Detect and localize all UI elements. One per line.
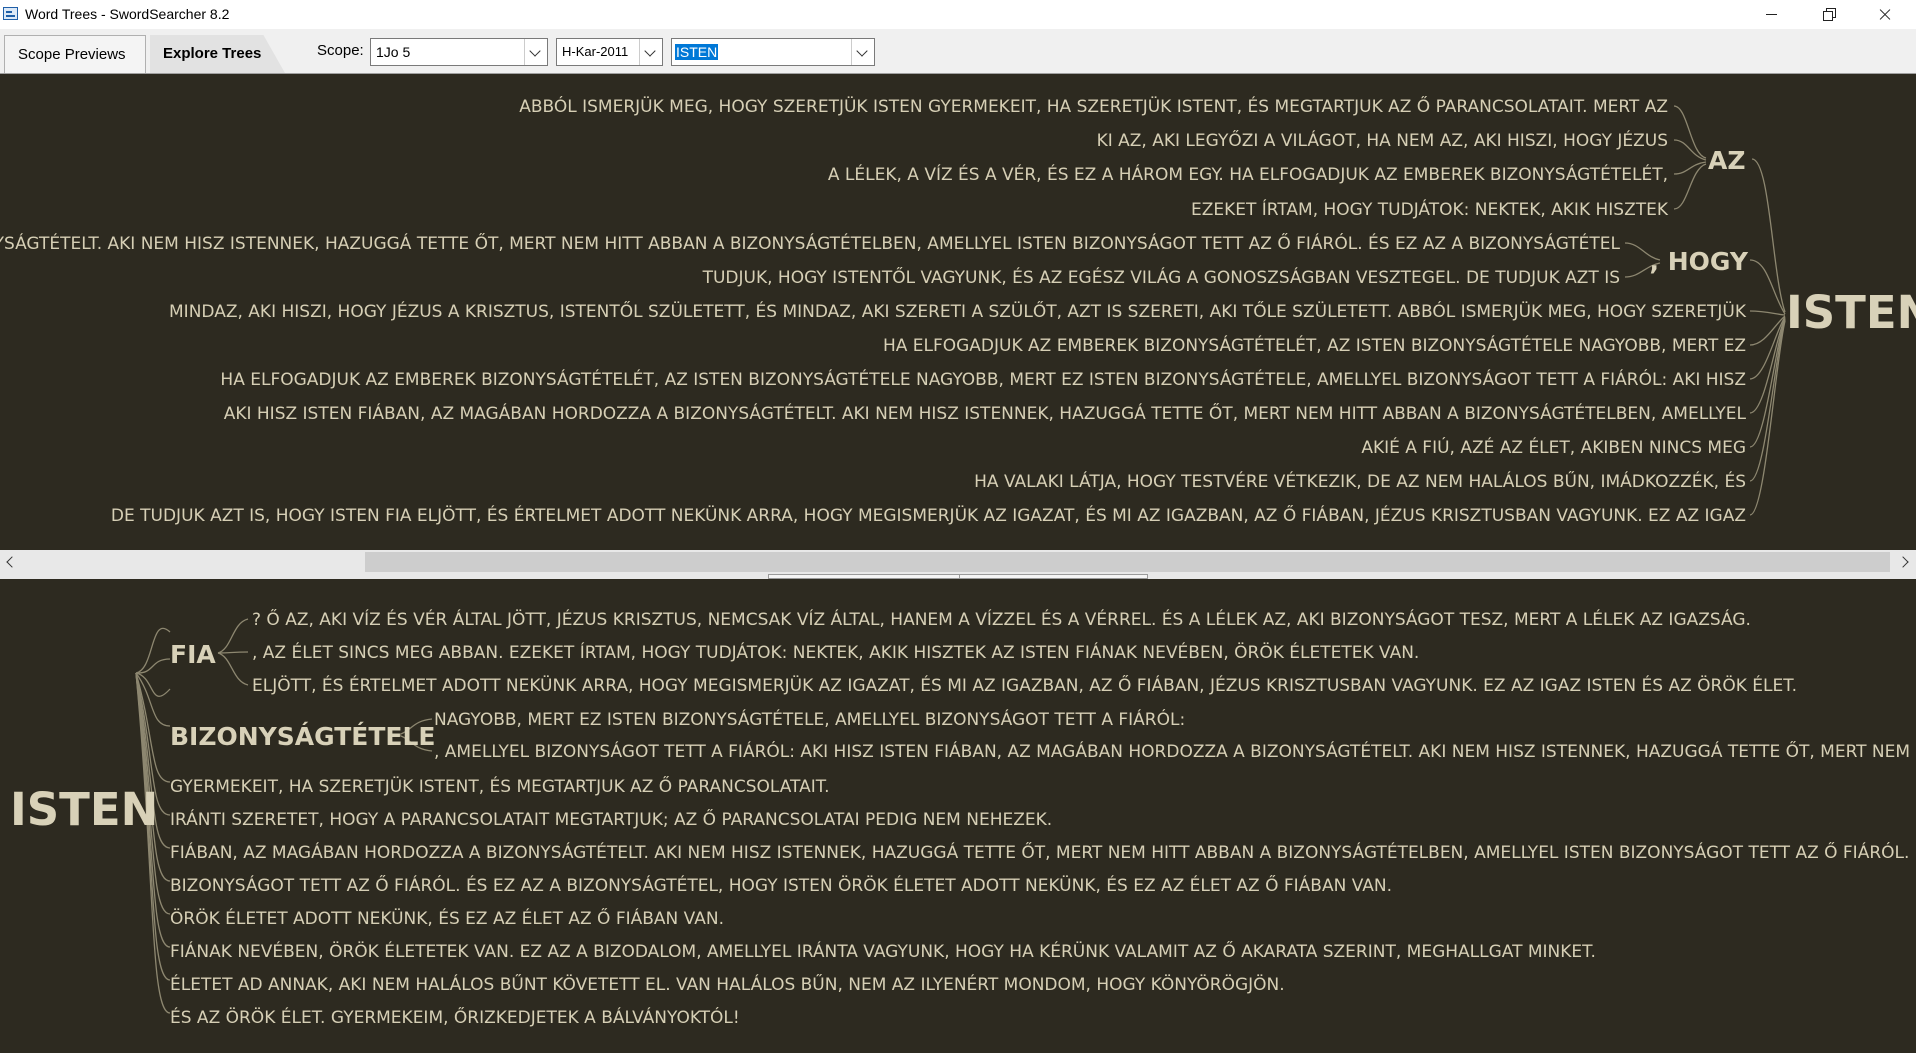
window-title: Word Trees - SwordSearcher 8.2 <box>25 6 230 22</box>
tree-connector <box>1673 139 1707 161</box>
bible-value: H-Kar-2011 <box>562 44 629 59</box>
word-value[interactable]: ISTEN <box>675 44 719 60</box>
tree-leaf[interactable]: HA ELFOGADJUK AZ EMBEREK BIZONYSÁGTÉTELÉ… <box>883 334 1746 356</box>
tree-leaf[interactable]: AKIÉ A FIÚ, AZÉ AZ ÉLET, AKIBEN NINCS ME… <box>1361 436 1746 458</box>
tree-leaf[interactable]: HA ELFOGADJUK AZ EMBEREK BIZONYSÁGTÉTELÉ… <box>220 368 1746 390</box>
tree-connector <box>1749 320 1786 516</box>
tree-leaf[interactable]: A LÉLEK, A VÍZ ÉS A VÉR, ÉS EZ A HÁROM E… <box>828 163 1668 185</box>
tree-leaf[interactable]: NAGYOBB, MERT EZ ISTEN BIZONYSÁGTÉTELE, … <box>434 708 1185 730</box>
tab-scope-previews[interactable]: Scope Previews <box>4 35 146 73</box>
bible-dropdown[interactable]: H-Kar-2011 <box>556 38 663 66</box>
tree-connector <box>1749 310 1786 316</box>
minimize-button[interactable] <box>1748 0 1794 29</box>
app-icon <box>3 7 18 20</box>
title-bar: Word Trees - SwordSearcher 8.2 <box>0 0 1916 29</box>
tree-leaf[interactable]: TUDJUK, HOGY ISTENTŐL VAGYUNK, ÉS AZ EGÉ… <box>702 266 1620 288</box>
tree-connector <box>1673 161 1707 175</box>
tab-explore-trees[interactable]: Explore Trees <box>150 35 285 73</box>
scope-value: 1Jo 5 <box>376 44 411 60</box>
tree-leaf[interactable]: A BIZONYSÁGTÉTELT. AKI NEM HISZ ISTENNEK… <box>0 232 1621 254</box>
tree-leaf[interactable]: AKI HISZ ISTEN FIÁBAN, AZ MAGÁBAN HORDOZ… <box>224 402 1747 424</box>
tree-leaf[interactable]: KI AZ, AKI LEGYŐZI A VILÁGOT, HA NEM AZ,… <box>1097 129 1668 151</box>
tree-leaf[interactable]: , AMELLYEL BIZONYSÁGOT TETT A FIÁRÓL: AK… <box>434 740 1916 762</box>
tree-connector <box>1749 317 1786 414</box>
tree-leaf[interactable]: ÖRÖK ÉLETET ADOTT NEKÜNK, ÉS EZ AZ ÉLET … <box>170 907 724 929</box>
word-tree-before[interactable]: ABBÓL ISMERJÜK MEG, HOGY SZERETJÜK ISTEN… <box>0 74 1916 550</box>
tree-connector <box>1751 158 1786 313</box>
close-button[interactable] <box>1862 0 1908 29</box>
tree-leaf[interactable]: MINDAZ, AKI HISZI, HOGY JÉZUS A KRISZTUS… <box>169 300 1747 322</box>
tree-branch-az[interactable]: AZ <box>1708 146 1745 175</box>
horizontal-scrollbar[interactable] <box>0 550 1916 574</box>
tree-leaf[interactable]: ELJÖTT, ÉS ÉRTELMET ADOTT NEKÜNK ARRA, H… <box>252 674 1797 696</box>
word-tree-after[interactable]: ISTEN FIA BIZONYSÁGTÉTELE ? Ő AZ, AKI VÍ… <box>0 579 1916 1053</box>
scope-dropdown[interactable]: 1Jo 5 <box>370 38 548 66</box>
scroll-right-icon[interactable] <box>1894 550 1916 574</box>
tree-leaf[interactable]: GYERMEKEIT, HA SZERETJÜK ISTENT, ÉS MEGT… <box>170 775 830 797</box>
tree-leaf[interactable]: DE TUDJUK AZT IS, HOGY ISTEN FIA ELJÖTT,… <box>111 504 1746 526</box>
tree-leaf[interactable]: EZEKET ÍRTAM, HOGY TUDJÁTOK: NEKTEK, AKI… <box>1191 198 1669 220</box>
tree-branch-fia[interactable]: FIA <box>170 640 216 669</box>
tree-root-word[interactable]: ISTEN <box>10 783 158 836</box>
restore-button[interactable] <box>1806 0 1852 29</box>
scope-label: Scope: <box>317 42 364 59</box>
scroll-left-icon[interactable] <box>0 550 22 574</box>
tree-connector <box>217 652 249 686</box>
toolbar: Scope Previews Explore Trees Scope: 1Jo … <box>0 29 1916 74</box>
tree-leaf[interactable]: ÉLETET AD ANNAK, AKI NEM HALÁLOS BŰNT KÖ… <box>170 973 1285 995</box>
tree-branch-bizonysagtetele[interactable]: BIZONYSÁGTÉTELE <box>170 722 435 751</box>
tree-root-word[interactable]: ISTEN <box>1786 286 1916 339</box>
tree-leaf[interactable]: ? Ő AZ, AKI VÍZ ÉS VÉR ÁLTAL JÖTT, JÉZUS… <box>252 608 1751 630</box>
tree-leaf[interactable]: , AZ ÉLET SINCS MEG ABBAN. EZEKET ÍRTAM,… <box>252 641 1419 663</box>
tree-leaf[interactable]: ABBÓL ISMERJÜK MEG, HOGY SZERETJÜK ISTEN… <box>519 95 1668 117</box>
chevron-down-icon[interactable] <box>639 39 662 65</box>
tree-leaf[interactable]: IRÁNTI SZERETET, HOGY A PARANCSOLATAIT M… <box>170 808 1052 830</box>
tree-connector <box>217 651 249 654</box>
chevron-down-icon[interactable] <box>851 39 874 65</box>
word-dropdown[interactable]: ISTEN <box>671 38 875 66</box>
chevron-down-icon[interactable] <box>524 39 547 65</box>
scroll-thumb[interactable] <box>365 552 1890 572</box>
tree-leaf[interactable]: FIÁNAK NEVÉBEN, ÖRÖK ÉLETETEK VAN. EZ AZ… <box>170 940 1596 962</box>
tree-leaf[interactable]: ÉS AZ ÖRÖK ÉLET. GYERMEKEIM, ŐRIZKEDJETE… <box>170 1006 740 1028</box>
tree-connector <box>217 618 249 654</box>
tree-leaf[interactable]: HA VALAKI LÁTJA, HOGY TESTVÉRE VÉTKEZIK,… <box>974 470 1746 492</box>
tree-leaf[interactable]: BIZONYSÁGOT TETT AZ Ő FIÁRÓL. ÉS EZ AZ A… <box>170 874 1392 896</box>
tree-connector <box>1673 163 1707 210</box>
tree-leaf[interactable]: FIÁBAN, AZ MAGÁBAN HORDOZZA A BIZONYSÁGT… <box>170 841 1909 863</box>
tree-branch-hogy[interactable]: , HOGY <box>1650 247 1749 276</box>
